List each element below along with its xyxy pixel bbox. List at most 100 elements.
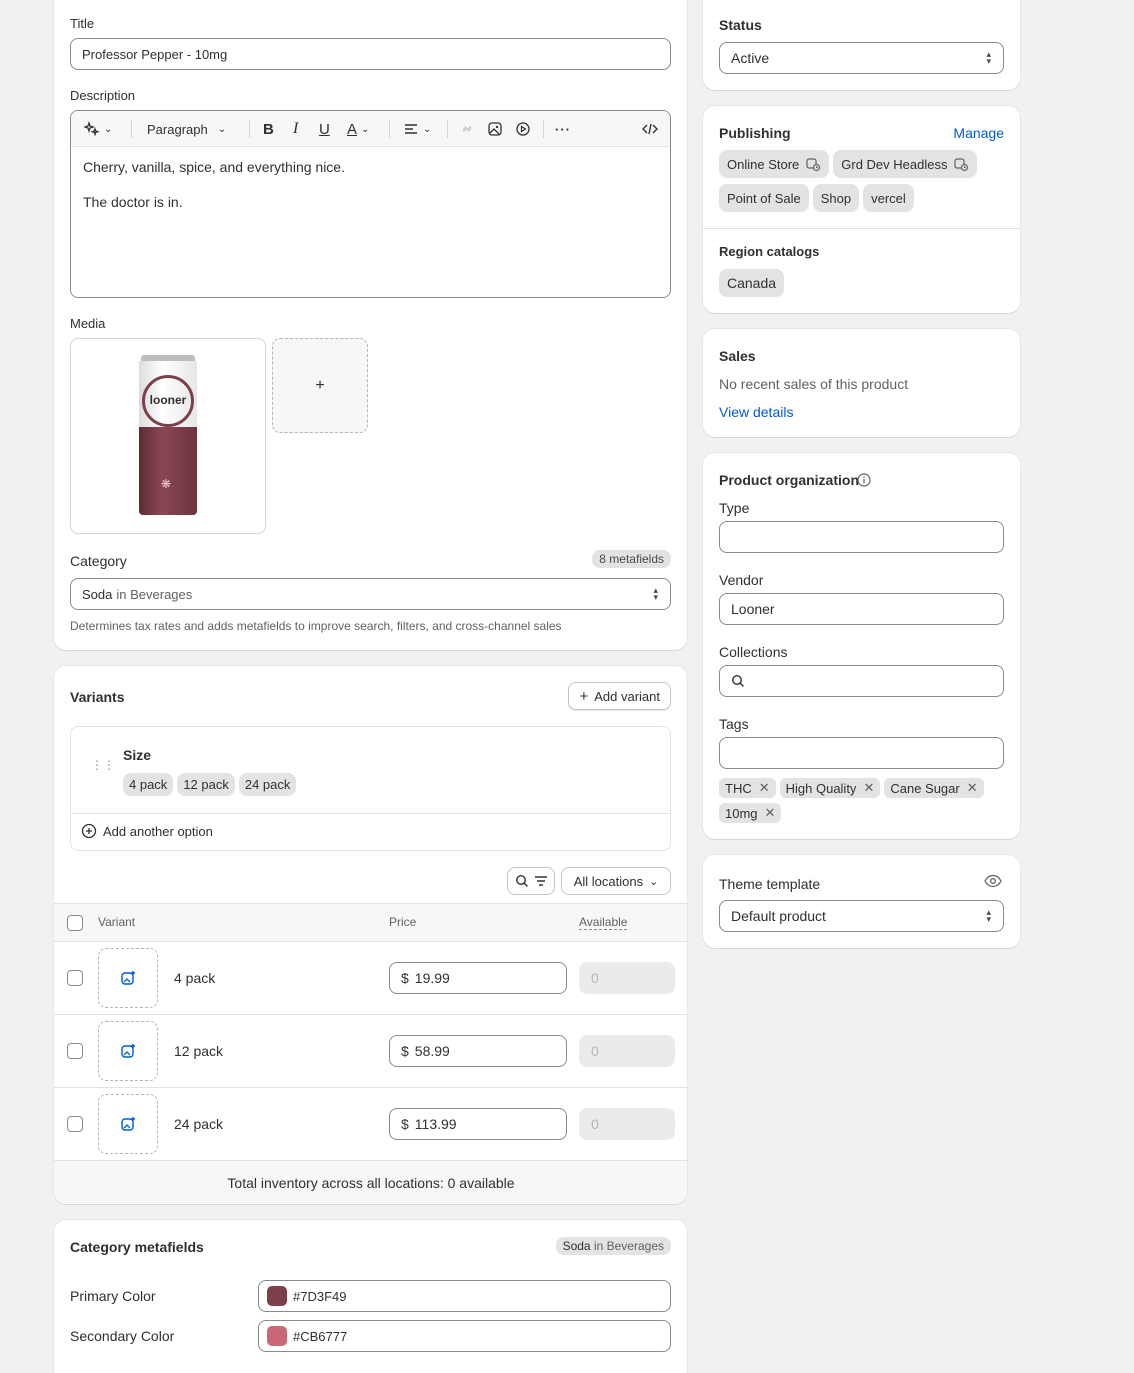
- manage-link[interactable]: Manage: [953, 125, 1004, 141]
- view-details-link[interactable]: View details: [719, 404, 793, 420]
- product-organization-card: Product organization Type Vendor Looner …: [703, 453, 1020, 839]
- sparkle-icon: [84, 121, 100, 137]
- secondary-color-swatch[interactable]: [267, 1326, 287, 1346]
- search-filter-button[interactable]: [507, 867, 555, 895]
- tag-label: Cane Sugar: [890, 780, 960, 796]
- table-row[interactable]: 12 pack $58.99 0: [54, 1014, 687, 1087]
- select-arrows-icon: ▴ ▾: [986, 907, 991, 924]
- image-icon: [488, 122, 502, 136]
- add-another-option-label: Add another option: [103, 823, 213, 839]
- price-input[interactable]: $19.99: [389, 962, 567, 994]
- total-inventory-text: Total inventory across all locations: 0 …: [227, 1174, 515, 1191]
- available-input[interactable]: 0: [579, 962, 675, 994]
- row-checkbox[interactable]: [67, 1116, 83, 1132]
- plus-icon: +: [315, 376, 325, 394]
- primary-color-swatch[interactable]: [267, 1286, 287, 1306]
- add-variant-button[interactable]: + Add variant: [568, 682, 671, 710]
- description-line: Cherry, vanilla, spice, and everything n…: [83, 159, 345, 175]
- magic-button[interactable]: ⌄: [84, 111, 112, 147]
- option-value-chip[interactable]: 24 pack: [238, 773, 297, 796]
- channel-grd-dev-headless[interactable]: Grd Dev Headless: [833, 150, 978, 178]
- title-input[interactable]: Professor Pepper - 10mg: [70, 38, 671, 70]
- currency-symbol: $: [401, 1043, 409, 1059]
- table-row[interactable]: 24 pack $113.99 0: [54, 1087, 687, 1160]
- media-image[interactable]: looner ❋: [70, 338, 266, 534]
- text-color-icon: A: [347, 120, 358, 138]
- variant-image-placeholder[interactable]: [98, 1094, 158, 1154]
- align-button[interactable]: ⌄: [403, 111, 431, 147]
- status-select[interactable]: Active ▴ ▾: [719, 42, 1004, 74]
- calendar-clock-icon: [806, 158, 821, 172]
- locations-select[interactable]: All locations ⌄: [561, 867, 671, 895]
- play-circle-icon: [516, 122, 530, 136]
- option-value-chip[interactable]: 4 pack: [123, 773, 174, 796]
- media-add-button[interactable]: +: [272, 338, 368, 433]
- price-input[interactable]: $58.99: [389, 1035, 567, 1067]
- underline-button[interactable]: U: [319, 111, 330, 147]
- eye-icon[interactable]: [984, 874, 1002, 888]
- channel-shop[interactable]: Shop: [812, 184, 860, 212]
- description-label: Description: [70, 88, 136, 103]
- plus-icon: +: [579, 687, 589, 705]
- column-available[interactable]: Available: [579, 915, 628, 930]
- remove-tag-icon[interactable]: ✕: [967, 780, 978, 796]
- channel-online-store[interactable]: Online Store: [719, 150, 830, 178]
- more-button[interactable]: ···: [555, 111, 571, 147]
- table-row[interactable]: 4 pack $19.99 0: [54, 941, 687, 1014]
- category-select[interactable]: Soda in Beverages ▴ ▾: [70, 578, 671, 610]
- collections-input[interactable]: [719, 665, 1004, 697]
- region-canada[interactable]: Canada: [719, 269, 785, 297]
- available-input[interactable]: 0: [579, 1035, 675, 1067]
- row-checkbox[interactable]: [67, 1043, 83, 1059]
- theme-template-select[interactable]: Default product ▴ ▾: [719, 900, 1004, 932]
- variants-table-header: Variant Price Available: [54, 903, 687, 941]
- vendor-input[interactable]: Looner: [719, 593, 1004, 625]
- remove-tag-icon[interactable]: ✕: [759, 780, 770, 796]
- info-icon[interactable]: [857, 473, 871, 487]
- variant-image-placeholder[interactable]: [98, 948, 158, 1008]
- select-all-checkbox[interactable]: [67, 915, 83, 931]
- tags-input[interactable]: [719, 737, 1004, 769]
- metafields-badge: 8 metafields: [592, 550, 671, 568]
- paragraph-select[interactable]: Paragraph ⌄: [147, 111, 226, 147]
- paragraph-label: Paragraph: [147, 121, 208, 137]
- category-metafields-card: Category metafields Soda in Beverages Pr…: [54, 1220, 687, 1373]
- text-color-button[interactable]: A ⌄: [347, 111, 369, 147]
- drag-handle-icon[interactable]: ⋮⋮: [91, 759, 115, 771]
- variant-image-placeholder[interactable]: [98, 1021, 158, 1081]
- secondary-color-label: Secondary Color: [70, 1328, 175, 1344]
- primary-color-label: Primary Color: [70, 1288, 156, 1304]
- code-icon: [642, 123, 658, 135]
- bold-button[interactable]: B: [263, 111, 274, 147]
- variant-name: 24 pack: [174, 1116, 224, 1132]
- column-price: Price: [389, 915, 417, 929]
- channel-point-of-sale[interactable]: Point of Sale: [719, 184, 809, 212]
- available-input[interactable]: 0: [579, 1108, 675, 1140]
- toolbar-divider: [447, 120, 448, 138]
- collections-label: Collections: [719, 644, 788, 660]
- video-button[interactable]: [515, 111, 531, 147]
- channel-vercel[interactable]: vercel: [863, 184, 914, 212]
- add-another-option-button[interactable]: Add another option: [81, 823, 213, 839]
- image-button[interactable]: [487, 111, 503, 147]
- locations-label: All locations: [573, 873, 644, 889]
- sales-card: Sales No recent sales of this product Vi…: [703, 329, 1020, 437]
- option-value-chip[interactable]: 12 pack: [177, 773, 235, 796]
- code-view-button[interactable]: [641, 111, 659, 147]
- secondary-color-input[interactable]: #CB6777: [258, 1320, 671, 1352]
- row-checkbox[interactable]: [67, 970, 83, 986]
- price-input[interactable]: $113.99: [389, 1108, 567, 1140]
- theme-template-value: Default product: [731, 908, 826, 924]
- italic-button[interactable]: I: [293, 111, 298, 147]
- product-organization-label: Product organization: [719, 472, 859, 488]
- link-button[interactable]: [459, 111, 475, 147]
- primary-color-input[interactable]: #7D3F49: [258, 1280, 671, 1312]
- media-label: Media: [70, 316, 106, 331]
- description-editor[interactable]: ⌄ Paragraph ⌄ B I U A ⌄ ⌄ ··· Cherry, va…: [70, 110, 671, 298]
- category-label: Category: [70, 553, 127, 569]
- category-badge-strong: Soda: [562, 1239, 591, 1253]
- type-input[interactable]: [719, 521, 1004, 553]
- remove-tag-icon[interactable]: ✕: [863, 780, 874, 796]
- category-parent: in Beverages: [116, 586, 193, 602]
- remove-tag-icon[interactable]: ✕: [765, 805, 776, 821]
